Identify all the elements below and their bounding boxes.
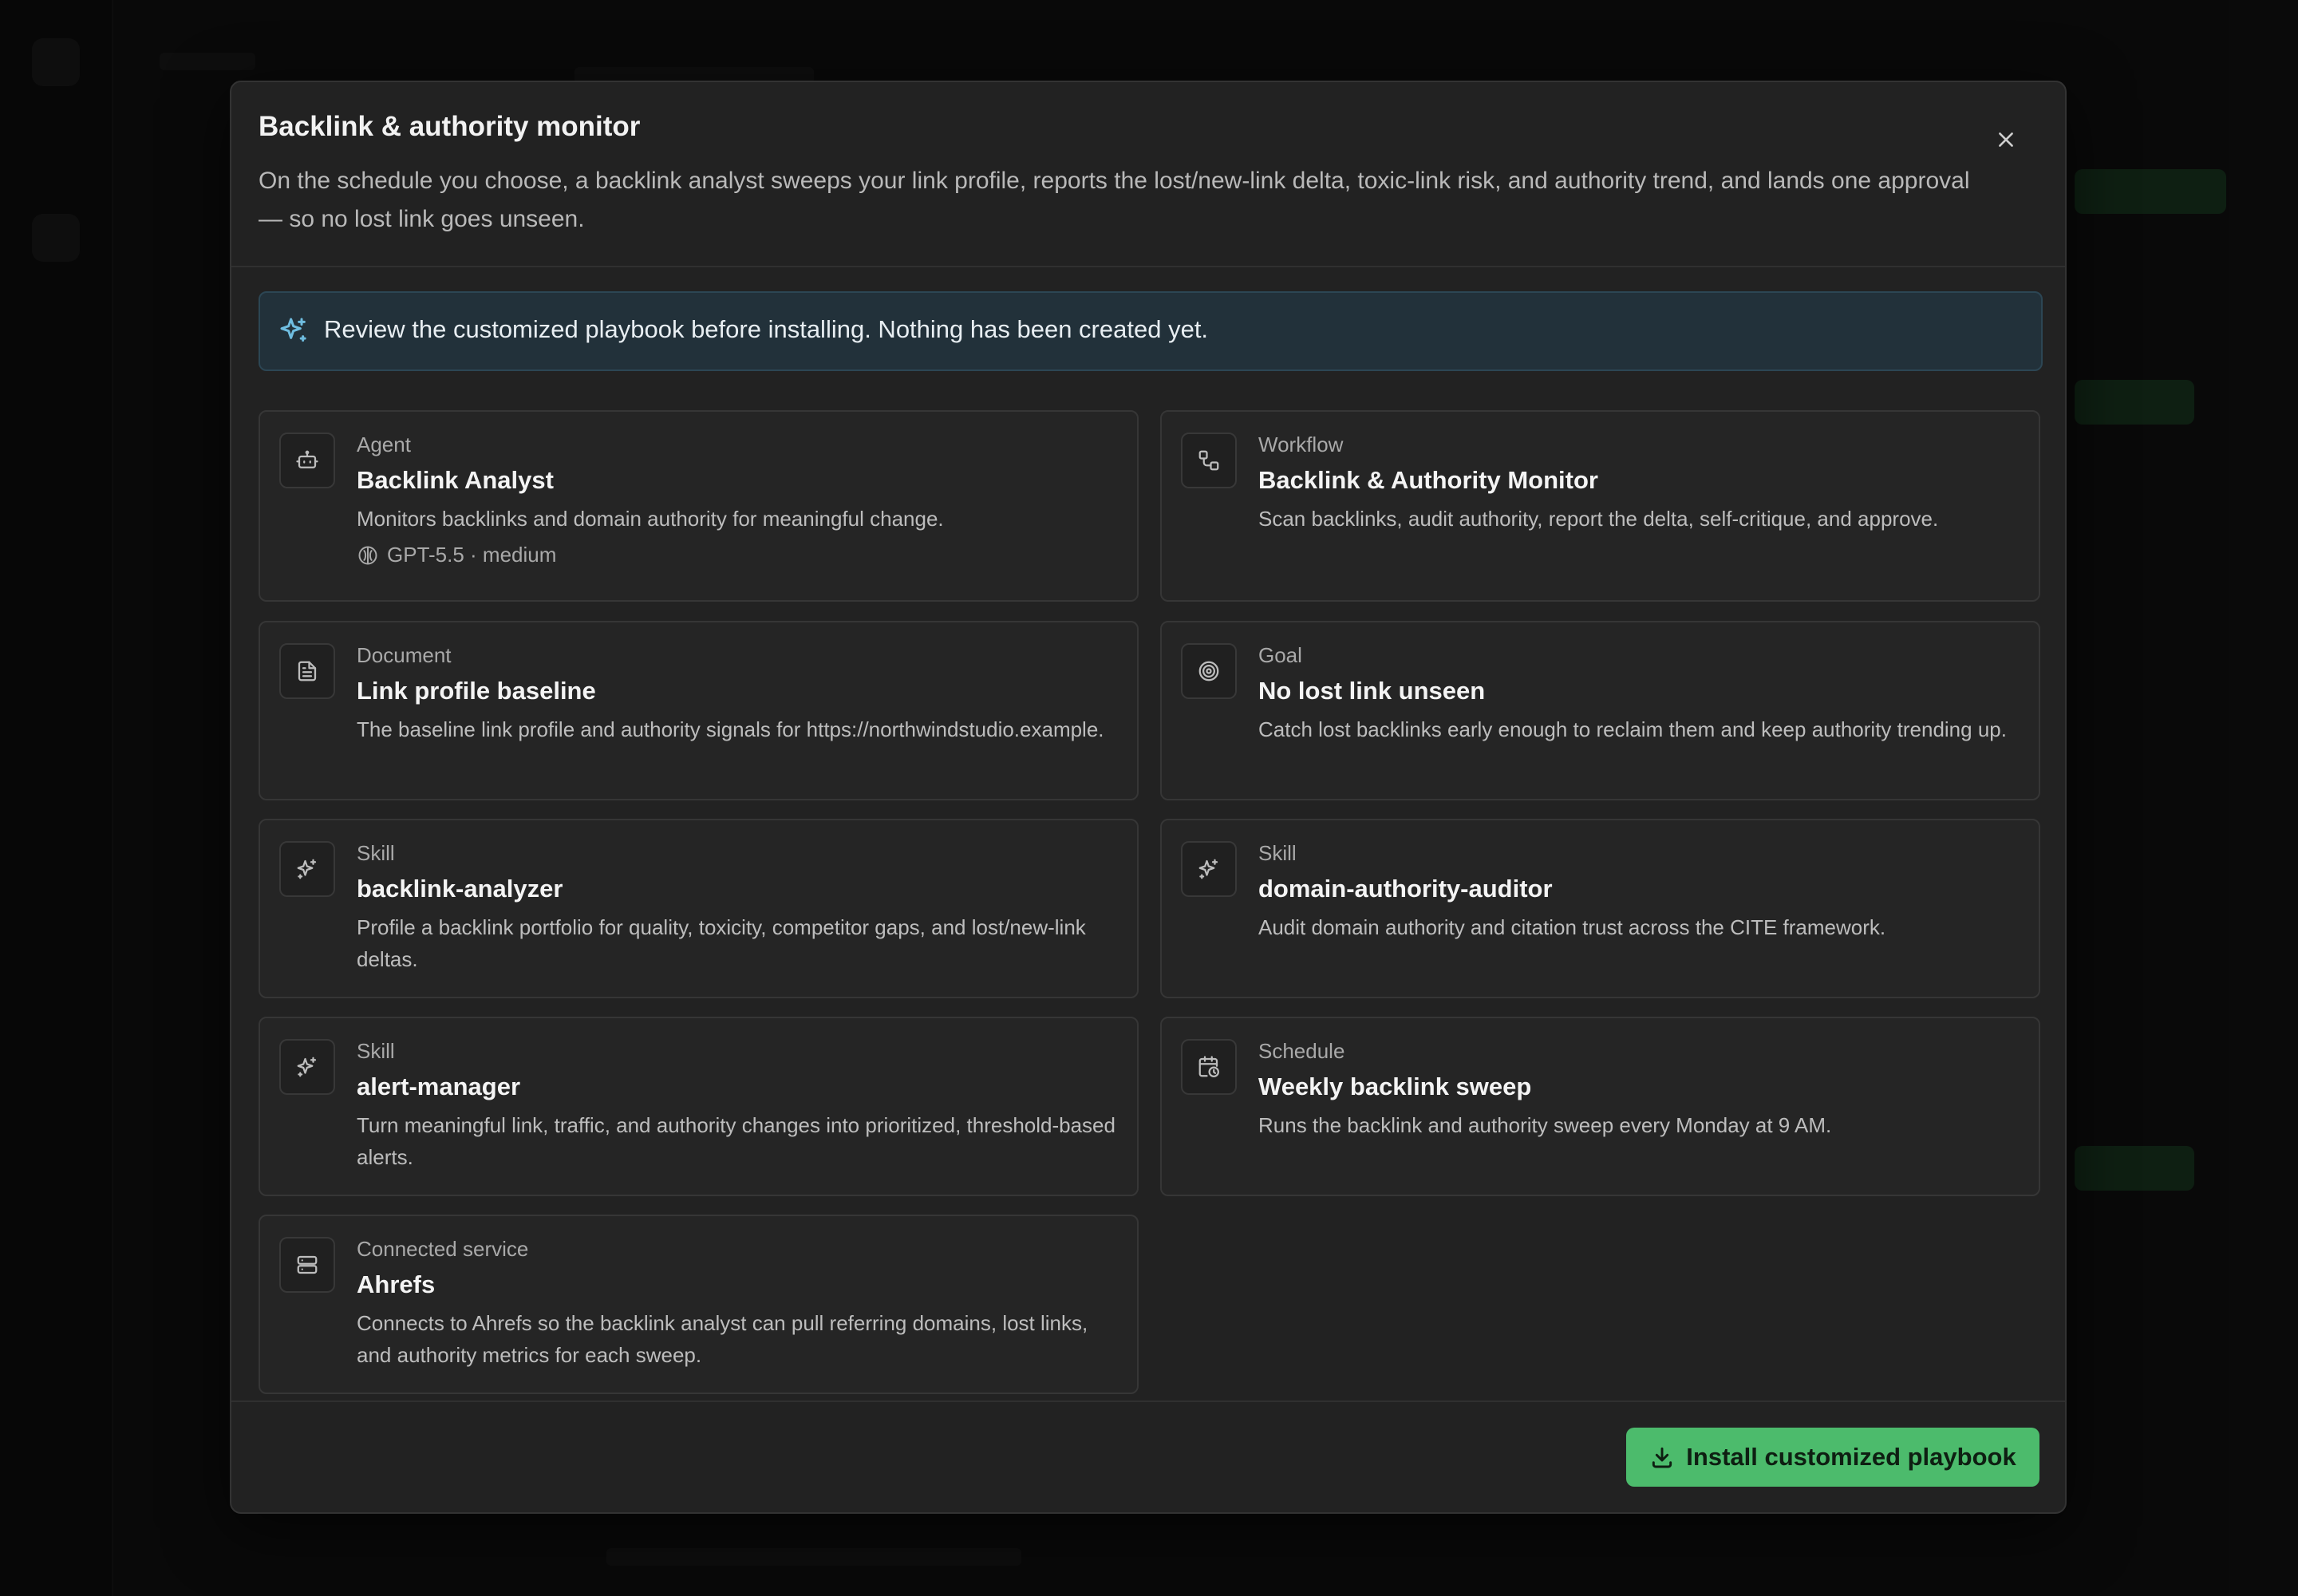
info-notice: Review the customized playbook before in… [259, 291, 2043, 371]
playbook-item-skill-alert-manager[interactable]: Skill alert-manager Turn meaningful link… [259, 1017, 1139, 1196]
item-name: Link profile baseline [357, 677, 596, 705]
item-name: domain-authority-auditor [1258, 875, 1553, 903]
sparkles-icon [1198, 859, 1218, 879]
dialog-footer: Install customized playbook [231, 1400, 2065, 1512]
install-playbook-label: Install customized playbook [1686, 1443, 2016, 1471]
item-name: Weekly backlink sweep [1258, 1073, 1532, 1100]
item-description: Audit domain authority and citation trus… [1258, 915, 1886, 939]
item-description: Profile a backlink portfolio for quality… [357, 915, 1086, 971]
item-type-label: Document [357, 643, 452, 667]
playbook-item-goal[interactable]: Goal No lost link unseen Catch lost back… [1160, 621, 2040, 800]
item-name: Backlink & Authority Monitor [1258, 466, 1598, 494]
item-description: Monitors backlinks and domain authority … [357, 507, 944, 531]
dialog-title: Backlink & authority monitor [259, 111, 641, 142]
playbook-item-connected-service[interactable]: Connected service Ahrefs Connects to Ahr… [259, 1215, 1139, 1394]
close-button[interactable] [1984, 117, 2028, 162]
dialog-header: Backlink & authority monitor On the sche… [231, 82, 2065, 267]
playbook-item-schedule[interactable]: Schedule Weekly backlink sweep Runs the … [1160, 1017, 2040, 1196]
item-type-label: Workflow [1258, 433, 1344, 456]
item-description: Turn meaningful link, traffic, and autho… [357, 1113, 1115, 1169]
sparkles-icon [297, 859, 317, 879]
install-playbook-button[interactable]: Install customized playbook [1626, 1428, 2039, 1487]
server-icon [297, 1255, 318, 1274]
item-description: Catch lost backlinks early enough to rec… [1258, 717, 2007, 741]
item-description: Connects to Ahrefs so the backlink analy… [357, 1311, 1088, 1367]
sparkles-icon [280, 318, 306, 342]
item-name: Backlink Analyst [357, 466, 554, 494]
playbook-item-skill-domain-authority-auditor[interactable]: Skill domain-authority-auditor Audit dom… [1160, 819, 2040, 998]
playbook-item-workflow[interactable]: Workflow Backlink & Authority Monitor Sc… [1160, 410, 2040, 602]
model-icon [358, 546, 377, 564]
playbook-item-document[interactable]: Document Link profile baseline The basel… [259, 621, 1139, 800]
close-icon [1999, 132, 2013, 147]
calendar-clock-icon [1198, 1056, 1219, 1077]
playbook-item-skill-backlink-analyzer[interactable]: Skill backlink-analyzer Profile a backli… [259, 819, 1139, 998]
item-type-label: Agent [357, 433, 411, 456]
document-icon [298, 661, 317, 681]
agent-model-info: GPT-5.5 · medium [357, 543, 556, 567]
item-name: alert-manager [357, 1073, 521, 1100]
download-icon [1652, 1447, 1672, 1468]
sparkles-icon [297, 1057, 317, 1077]
playbook-item-agent[interactable]: Agent Backlink Analyst Monitors backlink… [259, 410, 1139, 602]
item-name: backlink-analyzer [357, 875, 563, 903]
item-type-label: Skill [357, 841, 395, 865]
item-name: No lost link unseen [1258, 677, 1486, 705]
item-type-label: Connected service [357, 1237, 529, 1261]
item-type-label: Skill [357, 1039, 395, 1063]
bot-icon [296, 450, 318, 468]
playbook-dialog: Backlink & authority monitor On the sche… [230, 81, 2067, 1514]
notice-text: Review the customized playbook before in… [324, 315, 1209, 343]
target-icon [1198, 661, 1219, 681]
item-type-label: Goal [1258, 643, 1302, 667]
item-type-label: Skill [1258, 841, 1297, 865]
item-name: Ahrefs [357, 1270, 436, 1298]
workflow-icon [1198, 450, 1219, 471]
item-description: Runs the backlink and authority sweep ev… [1258, 1113, 1832, 1137]
item-type-label: Schedule [1258, 1039, 1345, 1063]
item-description: The baseline link profile and authority … [357, 717, 1104, 741]
agent-model-label: GPT-5.5 · medium [387, 543, 557, 567]
dialog-description: On the schedule you choose, a backlink a… [259, 168, 1970, 232]
item-description: Scan backlinks, audit authority, report … [1258, 507, 1939, 531]
